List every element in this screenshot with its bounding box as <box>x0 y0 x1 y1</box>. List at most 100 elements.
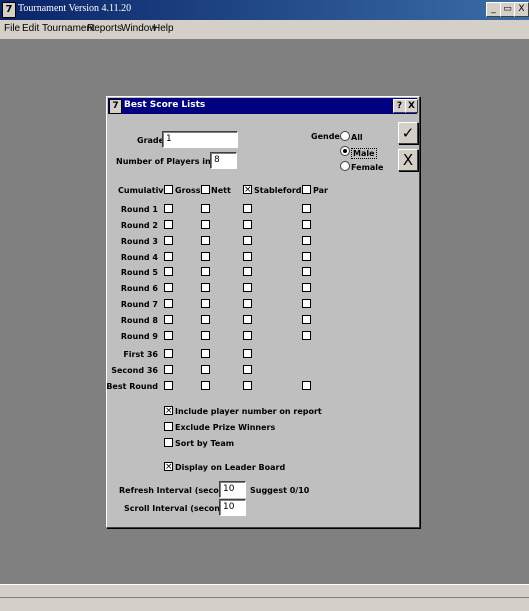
round-5-par-checkbox[interactable] <box>302 267 311 276</box>
row-label: Round 5 <box>120 268 158 277</box>
round-3-stableford-checkbox[interactable] <box>243 236 252 245</box>
gender-female-radio[interactable] <box>340 161 350 171</box>
second-36-gross-checkbox[interactable] <box>164 365 173 374</box>
round-6-nett-checkbox[interactable] <box>201 283 210 292</box>
round-6-par-checkbox[interactable] <box>302 283 311 292</box>
cancel-button[interactable]: X <box>398 149 418 171</box>
row-label: Round 2 <box>120 221 158 230</box>
round-4-par-checkbox[interactable] <box>302 252 311 261</box>
option-2-checkbox[interactable] <box>164 438 173 447</box>
option-3-label: Display on Leader Board <box>175 463 286 472</box>
cumulative-gross-checkbox[interactable] <box>164 185 173 194</box>
best-round-stableford-checkbox[interactable] <box>243 381 252 390</box>
round-5-gross-checkbox[interactable] <box>164 267 173 276</box>
round-9-par-checkbox[interactable] <box>302 331 311 340</box>
option-1-checkbox[interactable] <box>164 422 173 431</box>
scroll-interval-label: Scroll Interval (seconds) <box>124 504 235 513</box>
second-36-stableford-checkbox[interactable] <box>243 365 252 374</box>
first-36-gross-checkbox[interactable] <box>164 349 173 358</box>
menu-help[interactable]: Help <box>153 23 174 34</box>
row-label: Second 36 <box>111 366 158 375</box>
round-5-stableford-checkbox[interactable] <box>243 267 252 276</box>
round-7-stableford-checkbox[interactable] <box>243 299 252 308</box>
round-2-gross-checkbox[interactable] <box>164 220 173 229</box>
grade-label: Grade <box>137 136 165 145</box>
minimize-button[interactable]: _ <box>486 2 501 17</box>
row-label: Round 9 <box>120 332 158 341</box>
round-4-stableford-checkbox[interactable] <box>243 252 252 261</box>
menu-window[interactable]: Window <box>121 23 157 34</box>
option-3-checkbox[interactable]: × <box>164 462 173 471</box>
scroll-interval-input[interactable]: 10 <box>219 499 246 516</box>
round-2-par-checkbox[interactable] <box>302 220 311 229</box>
first-36-stableford-checkbox[interactable] <box>243 349 252 358</box>
column-gross-label: Gross <box>175 186 201 195</box>
menu-reports[interactable]: Reports <box>87 23 122 34</box>
suggest-text: Suggest 0/10 <box>250 486 310 495</box>
grade-input[interactable]: 1 <box>162 131 238 148</box>
option-0-checkbox[interactable]: × <box>164 406 173 415</box>
dialog-icon: 7 <box>109 99 122 114</box>
restore-button[interactable]: ▭ <box>500 2 515 17</box>
best-round-gross-checkbox[interactable] <box>164 381 173 390</box>
round-8-par-checkbox[interactable] <box>302 315 311 324</box>
refresh-interval-input[interactable]: 10 <box>219 481 246 498</box>
round-7-par-checkbox[interactable] <box>302 299 311 308</box>
round-7-gross-checkbox[interactable] <box>164 299 173 308</box>
round-1-par-checkbox[interactable] <box>302 204 311 213</box>
round-6-stableford-checkbox[interactable] <box>243 283 252 292</box>
round-8-stableford-checkbox[interactable] <box>243 315 252 324</box>
row-label: Round 4 <box>120 253 158 262</box>
round-8-nett-checkbox[interactable] <box>201 315 210 324</box>
round-1-nett-checkbox[interactable] <box>201 204 210 213</box>
row-label: Best Round <box>106 382 158 391</box>
column-par-label: Par <box>313 186 328 195</box>
second-36-nett-checkbox[interactable] <box>201 365 210 374</box>
gender-male-radio[interactable] <box>340 146 350 156</box>
cumulative-label: Cumulative <box>118 186 169 195</box>
ok-button[interactable]: ✓ <box>398 122 418 144</box>
round-9-gross-checkbox[interactable] <box>164 331 173 340</box>
row-label: Round 6 <box>120 284 158 293</box>
option-1-label: Exclude Prize Winners <box>175 423 276 432</box>
round-5-nett-checkbox[interactable] <box>201 267 210 276</box>
cumulative-nett-checkbox[interactable] <box>201 185 210 194</box>
round-6-gross-checkbox[interactable] <box>164 283 173 292</box>
row-label: Round 1 <box>120 205 158 214</box>
row-label: Round 3 <box>120 237 158 246</box>
option-2-label: Sort by Team <box>175 439 235 448</box>
round-1-stableford-checkbox[interactable] <box>243 204 252 213</box>
row-label: First 36 <box>123 350 158 359</box>
gender-all-label: All <box>351 133 363 142</box>
menu-file[interactable]: File <box>4 23 20 34</box>
players-input[interactable]: 8 <box>210 152 237 169</box>
close-button[interactable]: X <box>514 2 529 17</box>
app-icon[interactable]: 7 <box>2 2 16 18</box>
round-3-gross-checkbox[interactable] <box>164 236 173 245</box>
first-36-nett-checkbox[interactable] <box>201 349 210 358</box>
round-4-gross-checkbox[interactable] <box>164 252 173 261</box>
row-label: Round 7 <box>120 300 158 309</box>
round-3-par-checkbox[interactable] <box>302 236 311 245</box>
round-1-gross-checkbox[interactable] <box>164 204 173 213</box>
cumulative-stableford-checkbox[interactable]: × <box>243 185 252 194</box>
gender-male-label: Male <box>351 148 377 159</box>
gender-all-radio[interactable] <box>340 131 350 141</box>
round-4-nett-checkbox[interactable] <box>201 252 210 261</box>
round-2-stableford-checkbox[interactable] <box>243 220 252 229</box>
round-8-gross-checkbox[interactable] <box>164 315 173 324</box>
round-7-nett-checkbox[interactable] <box>201 299 210 308</box>
round-3-nett-checkbox[interactable] <box>201 236 210 245</box>
gender-female-label: Female <box>351 163 384 172</box>
dialog-title: Best Score Lists <box>124 100 206 110</box>
best-round-nett-checkbox[interactable] <box>201 381 210 390</box>
round-2-nett-checkbox[interactable] <box>201 220 210 229</box>
dialog-close-button[interactable]: X <box>405 99 418 113</box>
menu-edit[interactable]: Edit <box>22 23 39 34</box>
round-9-stableford-checkbox[interactable] <box>243 331 252 340</box>
best-round-par-checkbox[interactable] <box>302 381 311 390</box>
round-9-nett-checkbox[interactable] <box>201 331 210 340</box>
cumulative-par-checkbox[interactable] <box>302 185 311 194</box>
gender-label: Gender <box>311 132 344 141</box>
scroll-bar[interactable] <box>0 584 529 597</box>
